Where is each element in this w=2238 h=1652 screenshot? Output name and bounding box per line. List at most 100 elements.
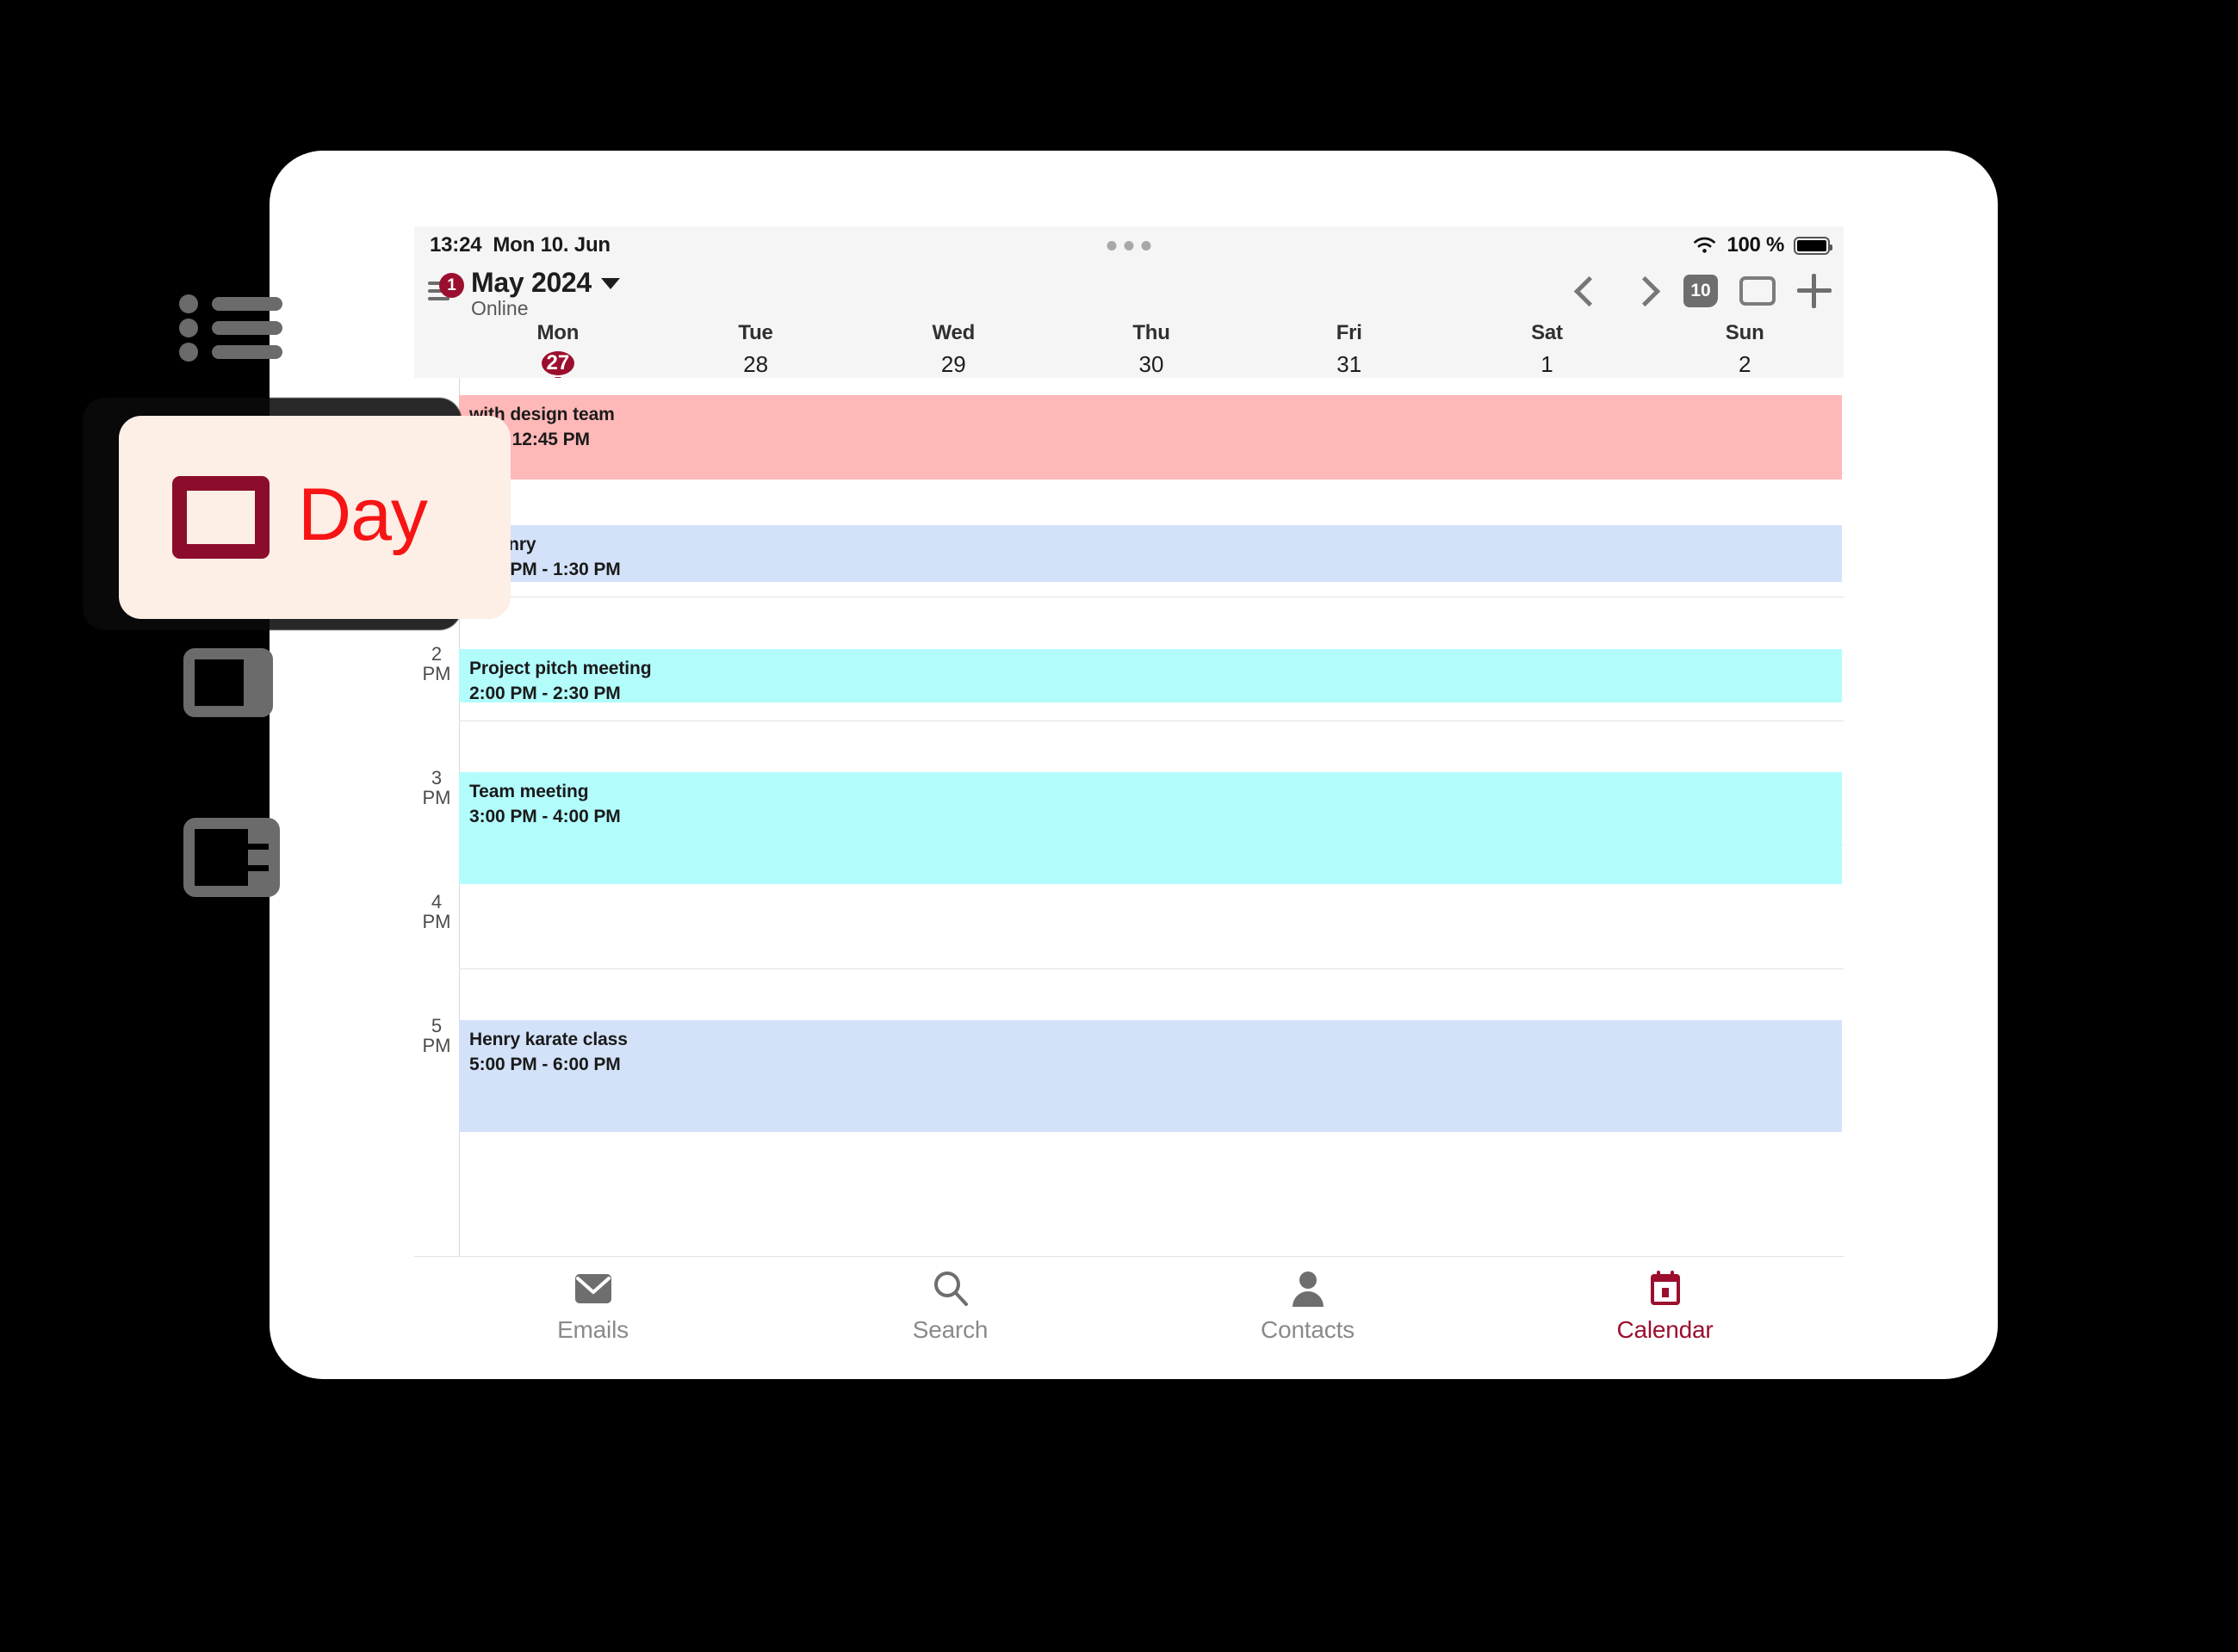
hour-number: 4	[431, 891, 443, 913]
chevron-down-icon[interactable]	[600, 278, 620, 289]
battery-percent: 100 %	[1727, 233, 1784, 257]
time-grid[interactable]: 1PM2PM3PM4PM5PMwith design teamPM - 12:4…	[414, 378, 1844, 1256]
event-title: Henry karate class	[469, 1030, 628, 1049]
multitask-handle-icon[interactable]	[1107, 241, 1151, 251]
hour-label: 2 PM	[414, 644, 459, 684]
menu-badge: 1	[439, 273, 464, 298]
event-title: p Henry	[469, 534, 1842, 556]
day-number[interactable]: 28	[740, 351, 772, 378]
event-title: Team meeting	[469, 782, 589, 801]
envelope-icon	[573, 1269, 613, 1309]
day-column-fri[interactable]: Fri 31	[1250, 318, 1448, 378]
month-view-icon[interactable]	[183, 818, 280, 897]
day-name-label: Wed	[932, 321, 976, 344]
calendar-event[interactable]: with design team PM - 12:45 PM	[459, 395, 1842, 480]
status-bar-right: 100 %	[1692, 226, 1832, 264]
calendar-toolbar: 1 May 2024 Online 10	[414, 264, 1844, 320]
page-title: May 2024	[471, 267, 592, 298]
week-view-icon[interactable]	[183, 648, 273, 717]
event-time: 2:00 PM - 2:30 PM	[469, 683, 621, 702]
day-column-wed[interactable]: Wed 29	[854, 318, 1052, 378]
day-name-label: Tue	[738, 321, 773, 344]
day-number-label: 30	[1138, 351, 1164, 377]
day-card-label: Day	[298, 473, 428, 556]
day-name-label: Sun	[1725, 321, 1764, 344]
event-time: 1:00 PM - 1:30 PM	[469, 559, 621, 579]
plus-icon[interactable]	[1797, 274, 1832, 308]
hamburger-menu-icon[interactable]: 1	[428, 273, 464, 305]
day-view-tooltip-card[interactable]: Day	[119, 416, 511, 619]
next-period-button[interactable]	[1627, 272, 1662, 310]
hour-number: 3	[431, 767, 443, 789]
tab-label: Emails	[557, 1316, 629, 1343]
day-name-label: Sat	[1531, 321, 1563, 344]
hour-meridiem: PM	[422, 663, 451, 685]
calendar-icon	[1646, 1269, 1685, 1309]
event-time: 3:00 PM - 4:00 PM	[469, 806, 621, 826]
day-name-label: Fri	[1336, 321, 1362, 344]
tab-label: Contacts	[1261, 1316, 1355, 1343]
calendar-event[interactable]: p Henry 1:00 PM - 1:30 PM	[459, 525, 1842, 582]
calendar-event[interactable]: Henry karate class 5:00 PM - 6:00 PM	[459, 1020, 1842, 1132]
selected-day-number[interactable]: 27	[541, 351, 574, 375]
day-view-icon[interactable]	[1739, 276, 1776, 306]
event-time: 5:00 PM - 6:00 PM	[469, 1054, 621, 1074]
tab-search[interactable]: Search	[772, 1269, 1129, 1344]
calendar-event[interactable]: Project pitch meeting 2:00 PM - 2:30 PM	[459, 649, 1842, 702]
hour-meridiem: PM	[422, 787, 451, 809]
battery-icon	[1794, 236, 1832, 255]
calendar-event[interactable]: Team meeting 3:00 PM - 4:00 PM	[459, 772, 1842, 884]
day-column-sat[interactable]: Sat 1	[1448, 318, 1646, 378]
day-number[interactable]: 1	[1530, 351, 1563, 378]
day-number-label: 27	[546, 351, 570, 374]
week-day-header: Mon 27 Tue 28 Wed 29 Thu 30 Fri 31 Sat 1 Sun 2	[414, 318, 1844, 378]
day-number[interactable]: 2	[1728, 351, 1761, 378]
prev-period-button[interactable]	[1572, 272, 1606, 310]
tab-label: Calendar	[1616, 1316, 1714, 1343]
status-bar: 13:24 Mon 10. Jun 100 %	[414, 226, 1844, 264]
hour-divider	[459, 968, 1844, 969]
day-number-label: 2	[1738, 351, 1751, 377]
day-name-label: Mon	[536, 321, 580, 344]
hour-label: 4 PM	[414, 892, 459, 931]
hour-number: 2	[431, 643, 443, 665]
status-date: Mon 10. Jun	[493, 233, 611, 257]
today-button[interactable]: 10	[1683, 275, 1718, 307]
gutter-spacer	[414, 318, 459, 378]
hour-meridiem: PM	[422, 1035, 451, 1057]
hour-label: 5 PM	[414, 1016, 459, 1055]
day-number-label: 31	[1336, 351, 1362, 377]
day-name-label: Thu	[1132, 321, 1170, 344]
day-column-mon[interactable]: Mon 27	[459, 318, 657, 378]
day-column-tue[interactable]: Tue 28	[657, 318, 855, 378]
tab-label: Search	[912, 1316, 989, 1343]
wifi-icon	[1692, 236, 1717, 255]
month-title-row[interactable]: May 2024	[471, 267, 620, 299]
tab-calendar[interactable]: Calendar	[1486, 1269, 1844, 1344]
day-column-sun[interactable]: Sun 2	[1646, 318, 1844, 378]
hour-meridiem: PM	[422, 911, 451, 933]
event-title: with design team	[469, 405, 615, 424]
day-number[interactable]: 29	[937, 351, 970, 378]
status-bar-left: 13:24 Mon 10. Jun	[430, 233, 611, 257]
search-icon	[931, 1269, 970, 1309]
tab-contacts[interactable]: Contacts	[1129, 1269, 1486, 1344]
day-column-thu[interactable]: Thu 30	[1052, 318, 1250, 378]
event-title: Project pitch meeting	[469, 659, 652, 678]
hour-label: 3 PM	[414, 768, 459, 807]
event-time: PM - 12:45 PM	[469, 429, 590, 449]
hour-number: 5	[431, 1015, 443, 1036]
day-number[interactable]: 31	[1333, 351, 1366, 378]
tab-emails[interactable]: Emails	[414, 1269, 772, 1344]
agenda-view-icon[interactable]	[179, 294, 282, 362]
bottom-tab-bar: Emails Search Contacts Calendar	[414, 1256, 1844, 1363]
day-number-label: 28	[743, 351, 769, 377]
title-block: May 2024 Online	[471, 267, 620, 320]
day-number[interactable]: 30	[1135, 351, 1168, 378]
connection-status: Online	[471, 297, 529, 319]
day-number-label: 29	[940, 351, 966, 377]
day-number-label: 1	[1541, 351, 1553, 377]
status-time: 13:24	[430, 233, 482, 257]
person-icon	[1288, 1269, 1328, 1309]
app-screen: 13:24 Mon 10. Jun 100 % 1 May 2024 Onlin…	[414, 226, 1844, 1363]
